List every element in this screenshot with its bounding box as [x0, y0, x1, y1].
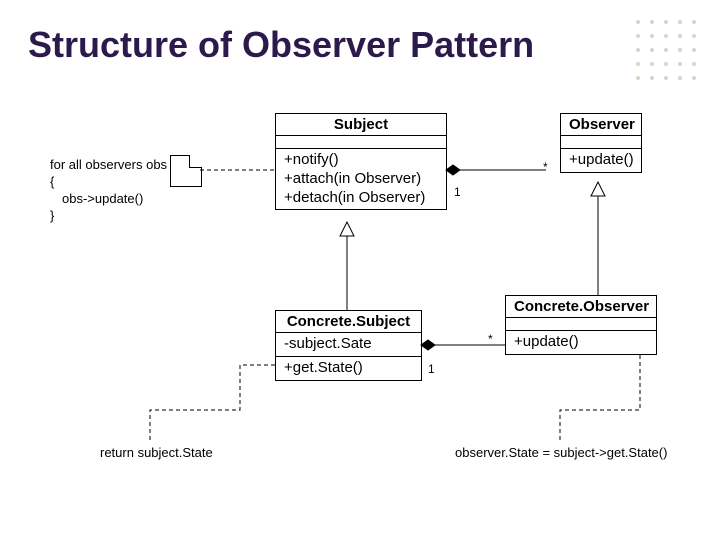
note-line: for all observers obs	[50, 157, 167, 174]
uml-operation: +attach(in Observer)	[284, 170, 438, 189]
uml-operation: +update()	[569, 151, 633, 170]
uml-class-concrete-observer: Concrete.Observer +update()	[505, 295, 657, 355]
uml-operation: +get.State()	[284, 359, 413, 378]
multiplicity-label: *	[488, 332, 493, 346]
uml-op-compartment: +get.State()	[276, 357, 421, 380]
slide-title: Structure of Observer Pattern	[28, 24, 534, 66]
uml-attr-compartment	[561, 136, 641, 149]
uml-attr-compartment	[506, 318, 656, 331]
uml-operation: +detach(in Observer)	[284, 189, 438, 208]
multiplicity-label: 1	[428, 362, 435, 376]
multiplicity-label: 1	[454, 185, 461, 199]
uml-class-name: Concrete.Subject	[276, 311, 421, 333]
uml-note-fold-icon	[170, 155, 202, 187]
note-line: }	[50, 208, 167, 225]
uml-attr-compartment	[276, 136, 446, 149]
uml-note-update-body: observer.State = subject->get.State()	[455, 445, 667, 460]
uml-class-concrete-subject: Concrete.Subject -subject.Sate +get.Stat…	[275, 310, 422, 381]
uml-attribute: -subject.Sate	[284, 335, 413, 354]
slide: Structure of Observer Pattern Subject +n…	[0, 0, 720, 540]
note-line: obs->update()	[50, 191, 167, 208]
uml-class-name: Subject	[276, 114, 446, 136]
uml-class-subject: Subject +notify() +attach(in Observer) +…	[275, 113, 447, 210]
uml-note-getstate-body: return subject.State	[100, 445, 213, 460]
decorative-dot-grid	[630, 14, 702, 86]
note-line: {	[50, 174, 167, 191]
uml-op-compartment: +update()	[506, 331, 656, 354]
uml-class-name: Observer	[561, 114, 641, 136]
uml-op-compartment: +update()	[561, 149, 641, 172]
uml-attr-compartment: -subject.Sate	[276, 333, 421, 357]
multiplicity-label: *	[543, 160, 548, 174]
uml-operation: +update()	[514, 333, 648, 352]
uml-class-observer: Observer +update()	[560, 113, 642, 173]
uml-note-notify-body: for all observers obs { obs->update() }	[50, 157, 167, 225]
uml-class-name: Concrete.Observer	[506, 296, 656, 318]
uml-operation: +notify()	[284, 151, 438, 170]
uml-op-compartment: +notify() +attach(in Observer) +detach(i…	[276, 149, 446, 209]
